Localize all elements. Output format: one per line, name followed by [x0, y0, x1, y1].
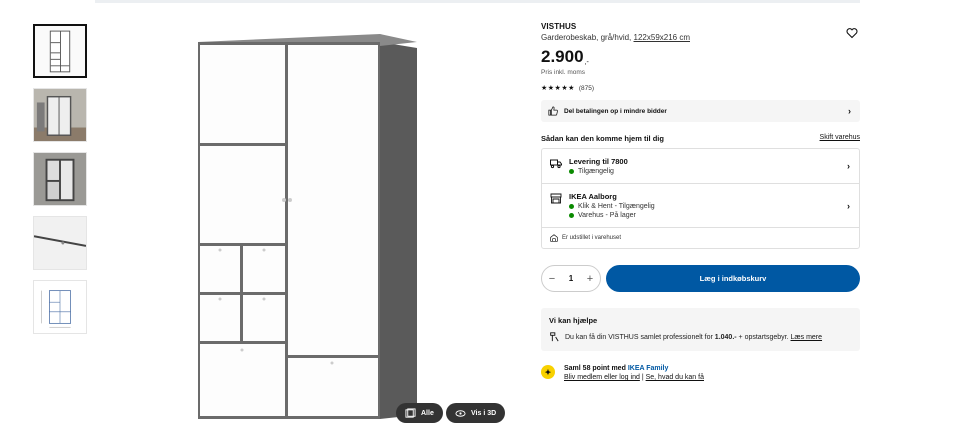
store-title: IKEA Aalborg [569, 192, 617, 201]
top-divider [95, 0, 860, 3]
assembly-price: 1.040.- [714, 333, 737, 341]
product-info-panel: VISTHUS Garderobeskab, grå/hvid, 122x59x… [541, 22, 860, 381]
thumbnail-1[interactable] [33, 24, 87, 78]
help-heading: Vi kan hjælpe [549, 316, 598, 325]
thumbnail-2[interactable] [33, 88, 87, 142]
family-brand-link[interactable]: IKEA Family [628, 365, 669, 372]
exhibited-text: Er udstillet i varehuset [562, 235, 622, 241]
help-text: Du kan få din VISTHUS samlet professione… [565, 334, 822, 341]
chevron-right-icon: › [847, 200, 850, 211]
family-separator: | [641, 374, 644, 381]
delivery-heading: Sådan kan den komme hjem til dig [541, 134, 664, 143]
tools-icon [550, 332, 559, 342]
view-3d-label: Vis i 3D [471, 409, 497, 417]
payment-split-row[interactable]: Del betalingen op i mindre bidder › [541, 100, 860, 122]
rating[interactable]: ★★★★★ (875) [541, 84, 860, 93]
price: 2.900,- [541, 47, 860, 67]
store-stock-text: Varehus - På lager [578, 212, 636, 219]
thumbnail-3[interactable] [33, 152, 87, 206]
rating-stars: ★★★★★ [541, 85, 575, 92]
home-delivery-title: Levering til 7800 [569, 157, 628, 166]
delivery-options: Levering til 7800 Tilgængelig › IKEA Aal… [541, 148, 860, 249]
join-login-link[interactable]: Bliv medlem eller log ind [564, 374, 640, 381]
quantity-stepper: − 1 + [541, 265, 601, 292]
exhibited-note: Er udstillet i varehuset [542, 228, 859, 248]
heart-icon[interactable] [846, 27, 858, 39]
product-image [180, 20, 440, 430]
gallery-icon [405, 407, 416, 418]
store-clickcollect: Klik & Hent - Tilgængelig [569, 203, 851, 210]
view-3d-button[interactable]: Vis i 3D [446, 403, 506, 423]
quantity-value[interactable]: 1 [569, 274, 573, 283]
payment-split-label: Del betalingen op i mindre bidder [564, 107, 667, 115]
delivery-header: Sådan kan den komme hjem til dig Skift v… [541, 134, 860, 143]
home-delivery-status-text: Tilgængelig [578, 168, 614, 175]
add-to-cart-button[interactable]: Læg i indkøbskurv [606, 265, 860, 292]
available-dot [569, 204, 574, 209]
store-icon [550, 193, 562, 204]
all-images-button[interactable]: Alle [396, 403, 443, 423]
showroom-icon [550, 234, 558, 242]
store-stock: Varehus - På lager [569, 212, 851, 219]
decrease-quantity-button[interactable]: − [549, 273, 555, 285]
increase-quantity-button[interactable]: + [587, 273, 593, 285]
product-brand: VISTHUS [541, 22, 577, 31]
home-delivery-row[interactable]: Levering til 7800 Tilgængelig › [542, 149, 859, 184]
help-text-post: + opstartsgebyr. [738, 333, 789, 341]
available-dot [569, 213, 574, 218]
thumbnail-5[interactable] [33, 280, 87, 334]
home-delivery-status: Tilgængelig [569, 168, 851, 175]
chevron-right-icon: › [847, 161, 850, 171]
help-text-pre: Du kan få din VISTHUS samlet professione… [565, 333, 713, 341]
available-dot [569, 169, 574, 174]
vat-note: Pris inkl. moms [541, 69, 586, 76]
thumbnail-list [33, 24, 89, 344]
truck-icon [550, 159, 562, 169]
thumbs-up-icon [548, 106, 558, 116]
all-images-label: Alle [421, 409, 434, 417]
read-more-link[interactable]: Læs mere [791, 334, 823, 341]
thumbnail-4[interactable] [33, 216, 87, 270]
family-points-text: Saml 58 point med IKEA Family [564, 365, 704, 372]
product-description: Garderobeskab, grå/hvid, 122x59x216 cm [541, 33, 860, 42]
store-row[interactable]: IKEA Aalborg Klik & Hent - Tilgængelig V… [542, 184, 859, 228]
assembly-help-box: Vi kan hjælpe Du kan få din VISTHUS saml… [541, 308, 860, 351]
size-link[interactable]: 122x59x216 cm [634, 33, 690, 42]
help-row: Du kan få din VISTHUS samlet professione… [549, 332, 852, 342]
chevron-right-icon: › [848, 106, 851, 116]
ikea-family-row: ✦ Saml 58 point med IKEA Family Bliv med… [541, 365, 860, 381]
3d-icon [455, 409, 466, 417]
product-type: Garderobeskab, grå/hvid, [541, 33, 632, 42]
review-count: (875) [578, 84, 595, 92]
price-value: 2.900 [541, 47, 584, 66]
price-suffix: ,- [584, 59, 589, 66]
store-clickcollect-text: Klik & Hent - Tilgængelig [578, 203, 655, 210]
family-text-pre: Saml 58 point med [564, 365, 626, 372]
cart-row: − 1 + Læg i indkøbskurv [541, 265, 860, 292]
family-points-icon: ✦ [541, 365, 555, 379]
family-links: Bliv medlem eller log ind | Se, hvad du … [564, 374, 704, 381]
see-benefits-link[interactable]: Se, hvad du kan få [646, 374, 704, 381]
change-store-link[interactable]: Skift varehus [820, 134, 860, 143]
